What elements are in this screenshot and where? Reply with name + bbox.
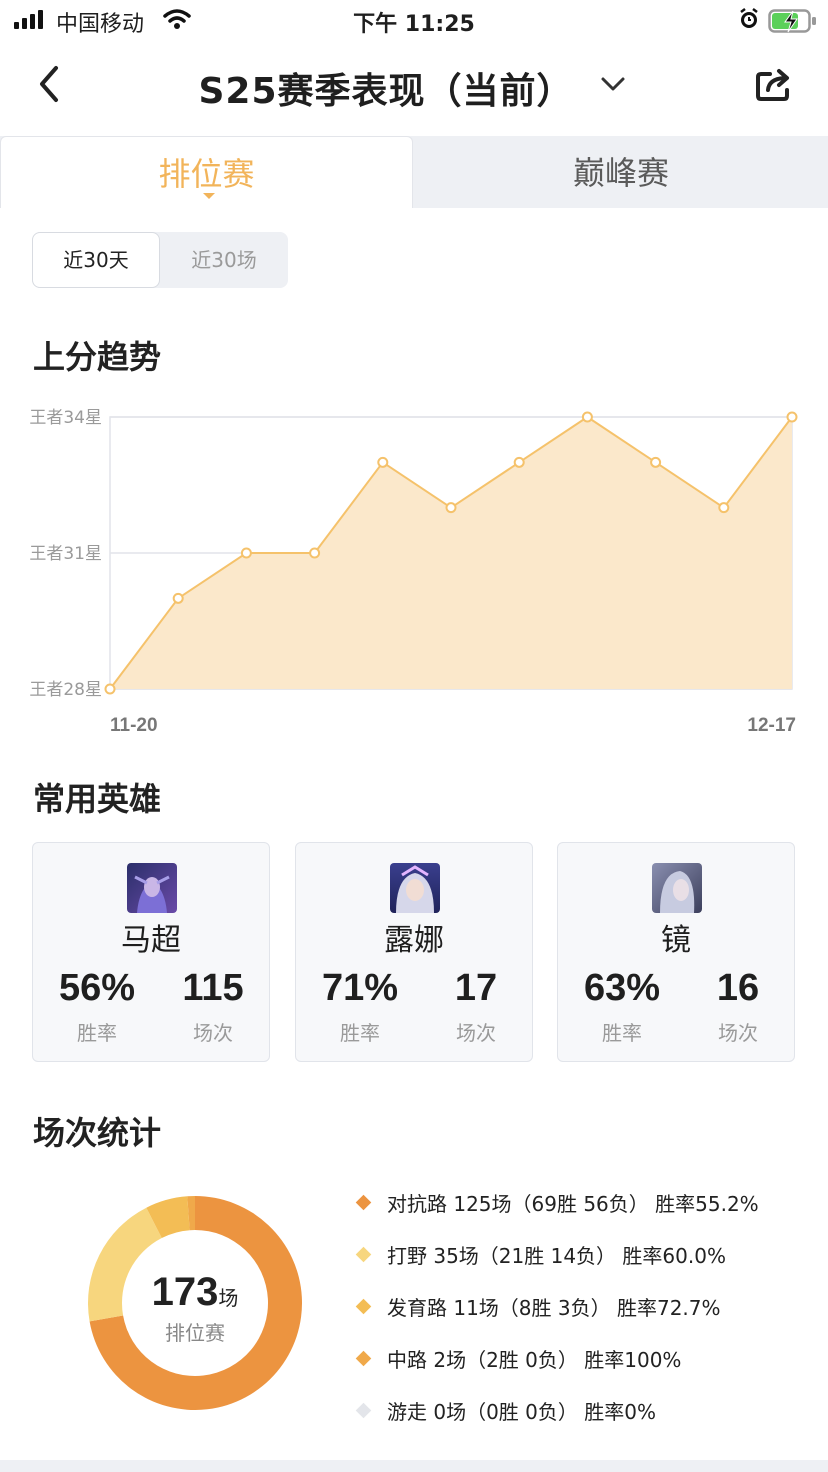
diamond-icon xyxy=(355,1350,372,1366)
trend-point xyxy=(377,456,389,468)
legend-item: 对抗路 125场（69胜 56负） 胜率55.2% xyxy=(352,1176,822,1228)
share-icon[interactable] xyxy=(754,66,794,102)
range-30-games[interactable]: 近30场 xyxy=(160,232,288,288)
hero-avatar xyxy=(652,863,702,913)
trend-point xyxy=(172,592,184,604)
hero-avatar xyxy=(127,863,177,913)
nav-bar: S25赛季表现（当前） xyxy=(0,50,828,120)
hero-name: 露娜 xyxy=(384,923,444,958)
range-toggle: 近30天 近30场 xyxy=(32,232,288,288)
trend-point xyxy=(445,502,457,514)
diamond-icon xyxy=(355,1402,372,1418)
total-label: 排位赛 xyxy=(165,1321,225,1345)
legend-item: 打野 35场（21胜 14负） 胜率60.0% xyxy=(352,1228,822,1280)
hero-name: 镜 xyxy=(661,923,691,958)
status-bar: 中国移动 下午 11:25 xyxy=(0,0,828,44)
hero-card[interactable]: 镜 63% 16 胜率 场次 xyxy=(557,842,795,1062)
hero-games: 17 xyxy=(454,967,498,1009)
hero-win-rate: 71% xyxy=(321,967,399,1009)
x-tick-label: 12-17 xyxy=(747,715,796,736)
tab-peak[interactable]: 巅峰赛 xyxy=(414,136,828,208)
trend-point xyxy=(309,547,321,559)
hero-win-rate: 63% xyxy=(583,967,661,1009)
active-tab-indicator xyxy=(203,193,215,199)
clock-time: 下午 11:25 xyxy=(353,12,475,37)
trend-point xyxy=(581,411,593,423)
trend-point xyxy=(650,456,662,468)
trend-point xyxy=(513,456,525,468)
games-label: 场次 xyxy=(718,1021,758,1045)
alarm-icon xyxy=(740,8,758,28)
win-rate-label: 胜率 xyxy=(340,1021,380,1045)
trend-heading: 上分趋势 xyxy=(33,338,162,376)
x-tick-label: 11-20 xyxy=(110,715,158,736)
donut-center: 173场 排位赛 xyxy=(120,1270,270,1346)
hero-avatar xyxy=(390,863,440,913)
total-games: 173 xyxy=(151,1270,219,1314)
win-rate-label: 胜率 xyxy=(602,1021,642,1045)
hero-card[interactable]: 露娜 71% 17 胜率 场次 xyxy=(295,842,533,1062)
games-label: 场次 xyxy=(456,1021,496,1045)
diamond-icon xyxy=(355,1298,372,1314)
legend-item: 发育路 11场（8胜 3负） 胜率72.7% xyxy=(352,1280,822,1332)
legend-item: 中路 2场（2胜 0负） 胜率100% xyxy=(352,1332,822,1384)
hero-win-rate: 56% xyxy=(58,967,136,1009)
mode-tabs: 排位赛 巅峰赛 xyxy=(0,136,828,208)
battery-charging-icon xyxy=(768,9,816,33)
diamond-icon xyxy=(355,1246,372,1262)
win-rate-label: 胜率 xyxy=(77,1021,117,1045)
diamond-icon xyxy=(355,1194,372,1210)
games-label: 场次 xyxy=(193,1021,233,1045)
chevron-down-icon[interactable] xyxy=(600,74,626,94)
trend-chart: 王者34星王者31星王者28星 11-20 12-17 xyxy=(29,408,798,736)
tab-ranked[interactable]: 排位赛 xyxy=(0,136,413,208)
role-legend: 对抗路 125场（69胜 56负） 胜率55.2% 打野 35场（21胜 14负… xyxy=(352,1176,822,1436)
total-unit: 场 xyxy=(218,1288,239,1310)
hero-games: 16 xyxy=(716,967,760,1009)
bottom-divider xyxy=(0,1460,828,1472)
y-tick-label: 王者31星 xyxy=(29,544,102,564)
hero-games: 115 xyxy=(182,967,244,1009)
trend-point xyxy=(786,411,798,423)
stats-heading: 场次统计 xyxy=(33,1114,162,1152)
trend-point xyxy=(104,683,116,695)
trend-point xyxy=(718,502,730,514)
heroes-heading: 常用英雄 xyxy=(33,780,162,818)
hero-name: 马超 xyxy=(121,923,181,958)
range-30-days[interactable]: 近30天 xyxy=(32,232,160,288)
page-title[interactable]: S25赛季表现（当前） xyxy=(0,62,828,114)
trend-point xyxy=(240,547,252,559)
y-tick-label: 王者34星 xyxy=(29,408,102,428)
legend-item: 游走 0场（0胜 0负） 胜率0% xyxy=(352,1384,822,1436)
y-tick-label: 王者28星 xyxy=(29,680,102,700)
hero-card[interactable]: 马超 56% 115 胜率 场次 xyxy=(32,842,270,1062)
